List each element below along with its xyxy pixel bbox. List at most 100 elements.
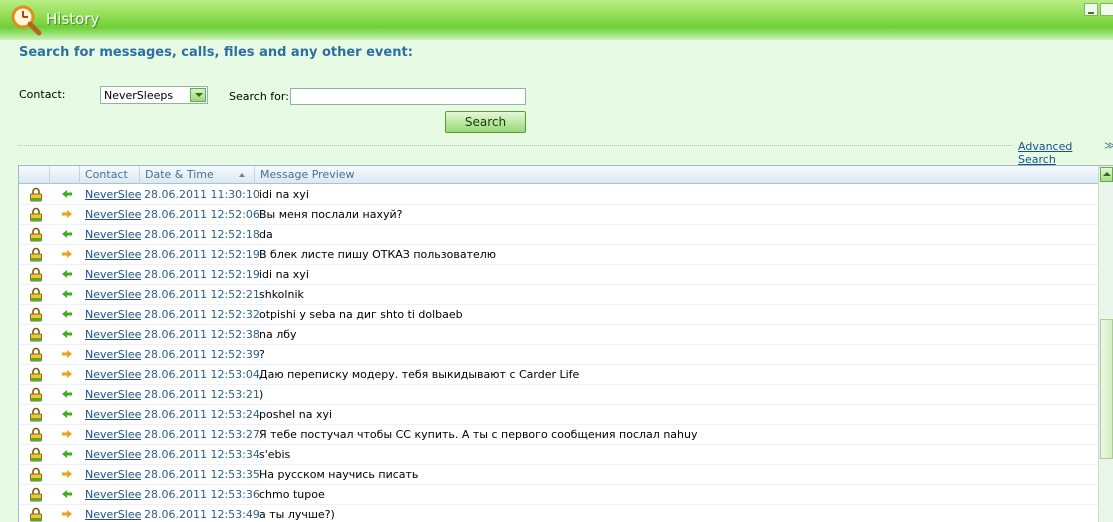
padlock-icon [29,487,43,502]
row-datetime: 28.06.2011 12:53:27 [144,428,260,441]
table-header: Contact Date & Time Message Preview [19,166,1098,184]
contact-select[interactable]: NeverSleeps [100,86,208,104]
arrow-right-icon [61,249,73,259]
table-row[interactable]: NeverSleeps28.06.2011 11:30:10idi na xyi [19,185,1098,205]
header-datetime[interactable]: Date & Time [140,166,255,184]
header-lock-column[interactable] [19,166,50,184]
padlock-icon [29,447,43,462]
row-contact-link[interactable]: NeverSleeps [85,448,141,461]
row-message-preview: poshel na xyi [259,408,333,421]
row-contact-link[interactable]: NeverSleeps [85,248,141,261]
window-title: History [46,10,100,28]
minimize-button[interactable] [1084,3,1098,16]
padlock-icon [29,187,43,202]
table-row[interactable]: NeverSleeps28.06.2011 12:52:06Вы меня по… [19,205,1098,225]
header-direction-column[interactable] [50,166,80,184]
row-contact-link[interactable]: NeverSleeps [85,368,141,381]
row-contact-link[interactable]: NeverSleeps [85,288,141,301]
table-row[interactable]: NeverSleeps28.06.2011 12:53:04Даю перепи… [19,365,1098,385]
arrow-left-icon [61,309,73,319]
header-contact[interactable]: Contact [80,166,140,184]
padlock-icon [29,367,43,382]
row-contact-link[interactable]: NeverSleeps [85,348,141,361]
padlock-icon [29,267,43,282]
row-message-preview: otpishi y seba na диг shto ti dolbaeb [259,308,463,321]
padlock-icon [29,467,43,482]
row-message-preview: ) [259,388,264,401]
padlock-icon [29,407,43,422]
row-contact-link[interactable]: NeverSleeps [85,488,141,501]
table-row[interactable]: NeverSleeps28.06.2011 12:53:49а ты лучше… [19,505,1098,522]
advanced-search-link[interactable]: Advanced Search [1018,140,1113,166]
row-datetime: 28.06.2011 12:53:49 [144,508,260,521]
arrow-right-icon [61,349,73,359]
table-row[interactable]: NeverSleeps28.06.2011 12:53:35На русском… [19,465,1098,485]
row-contact-link[interactable]: NeverSleeps [85,328,141,341]
padlock-icon [29,387,43,402]
row-datetime: 28.06.2011 12:53:21 [144,388,260,401]
padlock-icon [29,327,43,342]
row-message-preview: В блек листе пишу ОТКАЗ пользователю [259,248,497,261]
row-contact-link[interactable]: NeverSleeps [85,508,141,521]
padlock-icon [29,227,43,242]
row-message-preview: а ты лучше?) [259,508,335,521]
search-button[interactable]: Search [445,111,526,133]
table-row[interactable]: NeverSleeps28.06.2011 12:52:38na лбу [19,325,1098,345]
row-message-preview: chmo tupoe [259,488,325,501]
table-row[interactable]: NeverSleeps28.06.2011 12:52:21shkolnik [19,285,1098,305]
table-row[interactable]: NeverSleeps28.06.2011 12:53:21) [19,385,1098,405]
row-datetime: 28.06.2011 12:53:34 [144,448,260,461]
table-row[interactable]: NeverSleeps28.06.2011 12:52:19В блек лис… [19,245,1098,265]
row-contact-link[interactable]: NeverSleeps [85,388,141,401]
row-datetime: 28.06.2011 12:53:35 [144,468,260,481]
history-table: Contact Date & Time Message Preview Neve… [18,165,1113,522]
search-for-label: Search for: [229,90,289,103]
section-divider [18,145,1013,146]
row-contact-link[interactable]: NeverSleeps [85,428,141,441]
row-contact-link[interactable]: NeverSleeps [85,408,141,421]
arrow-left-icon [61,489,73,499]
title-bar: History [0,0,1113,40]
table-row[interactable]: NeverSleeps28.06.2011 12:52:39? [19,345,1098,365]
row-message-preview: shkolnik [259,288,304,301]
row-message-preview: ? [259,348,265,361]
padlock-icon [29,507,43,522]
scroll-thumb[interactable] [1100,319,1113,459]
row-message-preview: na лбу [259,328,297,341]
scroll-up-button[interactable] [1100,167,1113,182]
arrow-right-icon [61,369,73,379]
maximize-button[interactable] [1100,3,1113,16]
padlock-icon [29,247,43,262]
search-heading: Search for messages, calls, files and an… [19,45,413,60]
row-datetime: 28.06.2011 12:52:32 [144,308,260,321]
arrow-left-icon [61,389,73,399]
vertical-scrollbar[interactable] [1098,166,1113,522]
double-chevron-down-icon[interactable]: ≫ [1104,139,1113,152]
table-row[interactable]: NeverSleeps28.06.2011 12:53:36chmo tupoe [19,485,1098,505]
table-row[interactable]: NeverSleeps28.06.2011 12:52:19idi na xyi [19,265,1098,285]
arrow-right-icon [61,429,73,439]
arrow-right-icon [61,469,73,479]
table-row[interactable]: NeverSleeps28.06.2011 12:52:18da [19,225,1098,245]
padlock-icon [29,307,43,322]
header-message-preview[interactable]: Message Preview [255,166,1098,184]
row-contact-link[interactable]: NeverSleeps [85,468,141,481]
chevron-down-icon[interactable] [190,88,206,102]
padlock-icon [29,427,43,442]
row-message-preview: Вы меня послали нахуй? [259,208,403,221]
row-message-preview: idi na xyi [259,188,309,201]
table-row[interactable]: NeverSleeps28.06.2011 12:53:27Я тебе пос… [19,425,1098,445]
table-row[interactable]: NeverSleeps28.06.2011 12:52:32otpishi y … [19,305,1098,325]
row-contact-link[interactable]: NeverSleeps [85,268,141,281]
arrow-left-icon [61,289,73,299]
row-datetime: 28.06.2011 12:53:24 [144,408,260,421]
table-row[interactable]: NeverSleeps28.06.2011 12:53:34s'ebis [19,445,1098,465]
search-input[interactable] [290,88,526,105]
row-contact-link[interactable]: NeverSleeps [85,208,141,221]
table-row[interactable]: NeverSleeps28.06.2011 12:53:24poshel na … [19,405,1098,425]
magnifier-clock-icon [11,5,42,36]
row-datetime: 28.06.2011 12:53:04 [144,368,260,381]
row-contact-link[interactable]: NeverSleeps [85,228,141,241]
row-contact-link[interactable]: NeverSleeps [85,308,141,321]
row-contact-link[interactable]: NeverSleeps [85,188,141,201]
